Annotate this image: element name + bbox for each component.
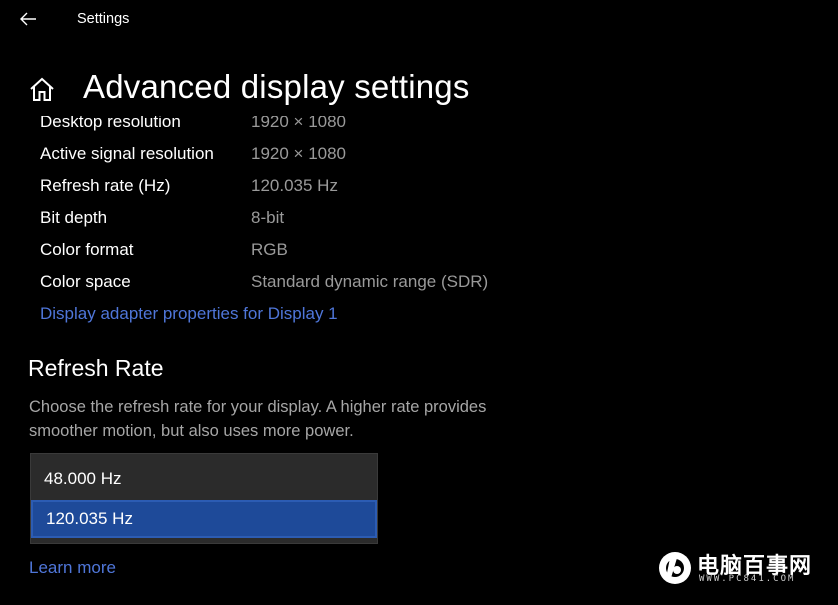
pc841-logo-icon bbox=[659, 552, 691, 584]
info-value: 120.035 Hz bbox=[251, 176, 338, 195]
refresh-rate-heading: Refresh Rate bbox=[28, 355, 164, 381]
info-value: RGB bbox=[251, 240, 288, 259]
info-row-desktop-resolution: Desktop resolution 1920 × 1080 bbox=[40, 116, 740, 136]
display-info-section: Desktop resolution 1920 × 1080 Active si… bbox=[0, 116, 838, 336]
display-adapter-properties-link[interactable]: Display adapter properties for Display 1 bbox=[40, 304, 338, 324]
back-arrow-icon bbox=[20, 12, 36, 26]
info-row-refresh-rate: Refresh rate (Hz) 120.035 Hz bbox=[40, 176, 740, 200]
refresh-rate-dropdown[interactable]: 48.000 Hz 120.035 Hz bbox=[30, 453, 378, 544]
page-title: Advanced display settings bbox=[83, 68, 470, 105]
watermark-url: WWW.PC841.COM bbox=[699, 574, 796, 584]
title-bar: Settings bbox=[0, 0, 838, 40]
info-row-color-format: Color format RGB bbox=[40, 240, 740, 264]
learn-more-link[interactable]: Learn more bbox=[29, 558, 116, 578]
info-label: Refresh rate (Hz) bbox=[40, 176, 171, 195]
refresh-rate-description: Choose the refresh rate for your display… bbox=[29, 398, 487, 440]
home-icon[interactable] bbox=[29, 76, 55, 102]
info-label: Color space bbox=[40, 272, 131, 291]
info-row-active-signal-resolution: Active signal resolution 1920 × 1080 bbox=[40, 144, 740, 168]
info-value: 1920 × 1080 bbox=[251, 116, 347, 131]
info-row-color-space: Color space Standard dynamic range (SDR) bbox=[40, 272, 740, 296]
app-title: Settings bbox=[77, 11, 130, 27]
info-label: Color format bbox=[40, 240, 134, 259]
back-button[interactable] bbox=[14, 6, 42, 32]
info-value: 1920 × 1080 bbox=[251, 144, 347, 163]
info-label: Bit depth bbox=[40, 208, 108, 227]
info-value: 8-bit bbox=[251, 208, 285, 227]
refresh-rate-option-48hz[interactable]: 48.000 Hz bbox=[31, 460, 377, 498]
info-value: Standard dynamic range (SDR) bbox=[251, 272, 489, 291]
page-header: Advanced display settings bbox=[0, 62, 838, 118]
info-row-bit-depth: Bit depth 8-bit bbox=[40, 208, 740, 232]
watermark: 电脑百事网 WWW.PC841.COM bbox=[657, 548, 822, 588]
refresh-rate-option-120hz-selected[interactable]: 120.035 Hz bbox=[31, 500, 377, 538]
info-label: Desktop resolution bbox=[40, 116, 181, 131]
info-label: Active signal resolution bbox=[40, 144, 214, 163]
